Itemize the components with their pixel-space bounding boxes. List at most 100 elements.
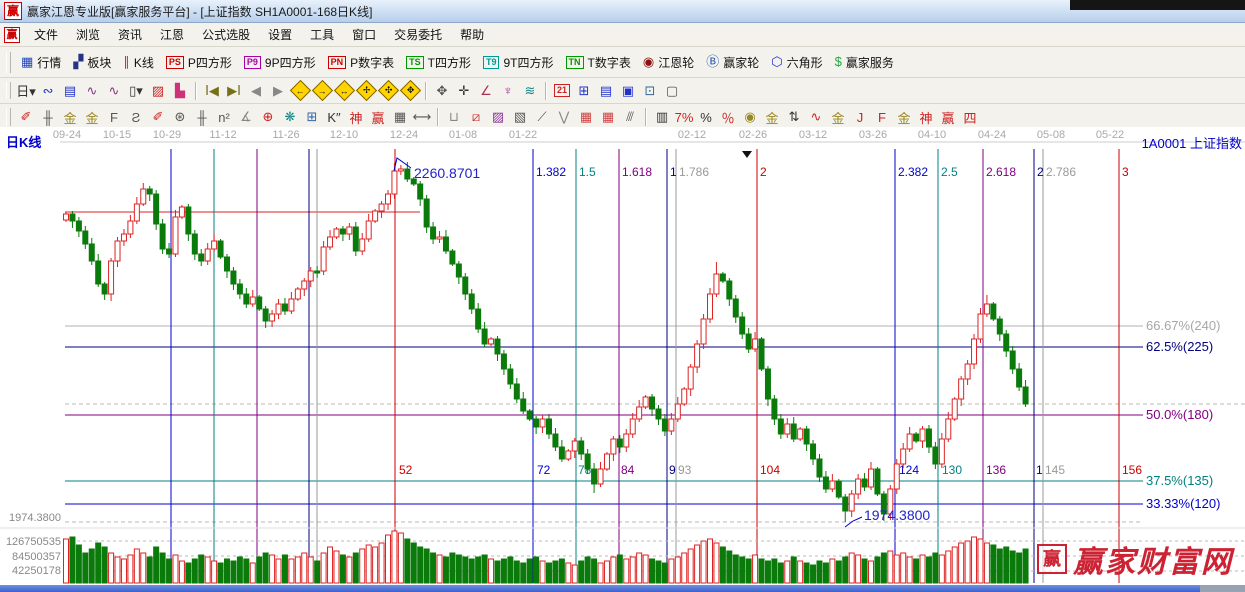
menu-item-4[interactable]: 公式选股 (193, 23, 259, 46)
gold-angle2-icon[interactable]: 金 (894, 107, 914, 127)
toolbar-button-行情[interactable]: ▦行情 (15, 52, 67, 73)
ying-angle-icon[interactable]: 赢 (938, 107, 958, 127)
kline-chart-canvas[interactable]: 09-2410-1510-2911-1211-2612-1012-2401-08… (0, 127, 1245, 585)
menu-item-7[interactable]: 窗口 (343, 23, 385, 46)
trend-line-icon[interactable]: ⟋ (532, 107, 552, 127)
gann-gold2-icon[interactable]: 金 (82, 107, 102, 127)
square-grid-icon[interactable]: ⊞ (302, 107, 322, 127)
wave-scribble-tool[interactable]: ≋ (520, 81, 540, 101)
toolbar-button-K线[interactable]: ∥K线 (117, 52, 160, 73)
jump-start-button[interactable]: Ⅰ◀ (202, 81, 222, 101)
fib-tool-icon[interactable]: F (104, 107, 124, 127)
spiral-tool-icon[interactable]: Ƨ (126, 107, 146, 127)
diary-icon[interactable]: ▤ (596, 81, 616, 101)
toolbar-button-六角形[interactable]: ⬡六角形 (765, 52, 828, 73)
marker-pen-icon[interactable]: ✐ (148, 107, 168, 127)
toolbar-button-江恩轮[interactable]: ◉江恩轮 (637, 52, 700, 73)
shen-angle-icon[interactable]: 神 (916, 107, 936, 127)
diamond-all-icon[interactable]: ✥ (400, 81, 420, 101)
gann-gold-icon[interactable]: 金 (60, 107, 80, 127)
candle-type-dropdown[interactable]: 日▾ (16, 81, 36, 101)
chart-area[interactable]: 09-2410-1510-2911-1211-2612-1012-2401-08… (0, 127, 1245, 585)
wave-3-icon[interactable]: ∿ (82, 81, 102, 101)
star-grid-icon[interactable]: ❋ (280, 107, 300, 127)
toolbar-button-T数字表[interactable]: TNT数字表 (560, 52, 637, 73)
info-panel-icon[interactable]: ▤ (60, 81, 80, 101)
percent-7-icon[interactable]: 7% (674, 107, 694, 127)
wave-9-icon[interactable]: ∿ (104, 81, 124, 101)
stats-panel-icon[interactable]: ▥ (652, 107, 672, 127)
free-draw-icon[interactable]: ∾ (38, 81, 58, 101)
menu-item-2[interactable]: 资讯 (109, 23, 151, 46)
gold-circle-icon[interactable]: ◉ (740, 107, 760, 127)
workstation-icon[interactable]: ▢ (662, 81, 682, 101)
parallel-lines-icon[interactable]: ⫻ (620, 107, 640, 127)
jump-end-button[interactable]: ▶Ⅰ (224, 81, 244, 101)
angle-measure-tool[interactable]: ∠ (476, 81, 496, 101)
shen-tool-icon[interactable]: 神 (346, 107, 366, 127)
percent-icon[interactable]: % (696, 107, 716, 127)
fan-lines-icon[interactable]: ⧄ (466, 107, 486, 127)
price-comb-icon[interactable]: ╫ (192, 107, 212, 127)
save-icon[interactable]: ▣ (618, 81, 638, 101)
updown-icon[interactable]: ⇅ (784, 107, 804, 127)
zigzag-icon[interactable]: ⋁ (554, 107, 574, 127)
menu-item-3[interactable]: 江恩 (151, 23, 193, 46)
circle-cross-icon[interactable]: ⊕ (258, 107, 278, 127)
si-angle-icon[interactable]: 四 (960, 107, 980, 127)
bar-style-dropdown[interactable]: ▯▾ (126, 81, 146, 101)
toolbar-button-P数字表[interactable]: PNP数字表 (322, 52, 401, 73)
mdi-child-icon[interactable]: 赢 (4, 27, 20, 43)
pattern-box-icon[interactable]: ▨ (148, 81, 168, 101)
toolbar-button-赢家服务[interactable]: $赢家服务 (829, 52, 900, 73)
square-of-nine-icon[interactable]: n² (214, 107, 234, 127)
step-left-button[interactable]: ◀ (246, 81, 266, 101)
wave-red-icon[interactable]: ∿ (806, 107, 826, 127)
ying-tool-icon[interactable]: 赢 (368, 107, 388, 127)
percent-line-icon[interactable]: ％ (718, 107, 738, 127)
calculator-icon[interactable]: ⊞ (574, 81, 594, 101)
diamond-right-icon[interactable]: → (312, 81, 332, 101)
f-angle-icon[interactable]: F (872, 107, 892, 127)
diamond-left-icon[interactable]: ← (290, 81, 310, 101)
shaded-box-icon[interactable]: ▨ (488, 107, 508, 127)
toolbar-button-赢家轮[interactable]: Ⓑ赢家轮 (700, 52, 765, 73)
diamond-h-icon[interactable]: ↔ (334, 81, 354, 101)
menu-item-9[interactable]: 帮助 (451, 23, 493, 46)
gold-line-icon[interactable]: 金 (762, 107, 782, 127)
crosshair-tool[interactable]: ✛ (454, 81, 474, 101)
grid-123-icon[interactable]: ▦ (390, 107, 410, 127)
menu-item-8[interactable]: 交易委托 (385, 23, 451, 46)
step-right-button[interactable]: ▶ (268, 81, 288, 101)
calendar-icon[interactable]: 21 (552, 81, 572, 101)
toolbar-button-T四方形[interactable]: TST四方形 (400, 52, 477, 73)
time-circle-icon[interactable]: ⊛ (170, 107, 190, 127)
menu-item-0[interactable]: 文件 (25, 23, 67, 46)
menu-item-5[interactable]: 设置 (259, 23, 301, 46)
gold-angle-icon[interactable]: 金 (828, 107, 848, 127)
toolbar-button-P四方形[interactable]: PSP四方形 (160, 52, 238, 73)
red-grid-icon[interactable]: ▦ (576, 107, 596, 127)
j-angle-icon[interactable]: J (850, 107, 870, 127)
diamond-x-icon[interactable]: ✢ (356, 81, 376, 101)
title-bar[interactable]: 赢 赢家江恩专业版[赢家服务平台] - [上证指数 SH1A0001-168日K… (0, 0, 1245, 23)
k-mark-icon[interactable]: K″ (324, 107, 344, 127)
bottom-scroll-strip[interactable] (0, 585, 1245, 592)
box-range-icon[interactable]: ⊔ (444, 107, 464, 127)
red-grid2-icon[interactable]: ▦ (598, 107, 618, 127)
toolbar-button-9P四方形[interactable]: P99P四方形 (238, 52, 322, 73)
angle-fan-icon[interactable]: ∡ (236, 107, 256, 127)
comb-ruler-icon[interactable]: ╫ (38, 107, 58, 127)
histogram-icon[interactable]: ▙ (170, 81, 190, 101)
span-measure-icon[interactable]: ⟷ (412, 107, 432, 127)
diamond-star-icon[interactable]: ✣ (378, 81, 398, 101)
hand-tool[interactable]: ✥ (432, 81, 452, 101)
draw-pen-icon[interactable]: ✐ (16, 107, 36, 127)
gann-fork-tool[interactable]: ♆ (498, 81, 518, 101)
toolbar-button-板块[interactable]: ▞板块 (67, 52, 117, 73)
menu-item-1[interactable]: 浏览 (67, 23, 109, 46)
toolbar-button-9T四方形[interactable]: T99T四方形 (477, 52, 560, 73)
network-icon[interactable]: ⊡ (640, 81, 660, 101)
hatch-box-icon[interactable]: ▧ (510, 107, 530, 127)
menu-item-6[interactable]: 工具 (301, 23, 343, 46)
